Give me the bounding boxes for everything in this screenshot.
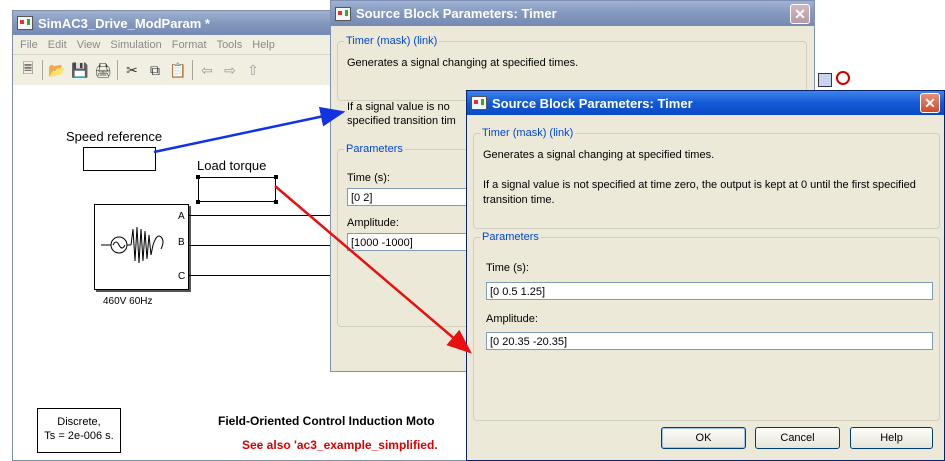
selection-handle[interactable] <box>196 175 200 179</box>
signal-wire <box>188 245 330 246</box>
dialog-back-description-1: Generates a signal changing at specified… <box>347 57 579 69</box>
menu-view[interactable]: View <box>77 39 101 51</box>
model-title: Field-Oriented Control Induction Moto <box>218 414 435 428</box>
group-title: Timer (mask) (link) <box>480 127 576 139</box>
load-torque-block[interactable] <box>196 175 278 204</box>
description-group: Timer (mask) (link) Generates a signal c… <box>473 127 940 229</box>
discrete-line-1: Discrete, <box>57 416 101 428</box>
description-line-1: Generates a signal changing at specified… <box>483 149 715 161</box>
dialog-back-titlebar[interactable]: Source Block Parameters: Timer ✕ <box>331 1 814 26</box>
amplitude-label: Amplitude: <box>486 313 538 325</box>
parameters-group: Parameters Time (s): [0 0.5 1.25] Amplit… <box>473 231 940 421</box>
time-label: Time (s): <box>486 262 529 274</box>
powergui-discrete-block[interactable]: Discrete, Ts = 2e-006 s. <box>37 408 121 453</box>
cancel-button[interactable]: Cancel <box>755 427 840 449</box>
ac-source-icon <box>101 226 164 264</box>
parameters-title: Parameters <box>480 231 541 243</box>
menu-edit[interactable]: Edit <box>48 39 67 51</box>
dialog-back-time-label: Time (s): <box>347 172 390 184</box>
load-torque-label: Load torque <box>197 158 267 173</box>
up-icon[interactable]: ⇧ <box>244 61 262 79</box>
dialog-back-group-title: Timer (mask) (link) <box>344 35 440 47</box>
save-icon[interactable]: 💾 <box>71 61 89 79</box>
close-icon[interactable]: ✕ <box>790 3 810 24</box>
three-phase-source-block[interactable]: A B C <box>94 204 189 290</box>
signal-wire <box>188 215 330 216</box>
menu-format[interactable]: Format <box>172 39 207 51</box>
forward-icon[interactable]: ⇨ <box>221 61 239 79</box>
dialog-back-description-2b: specified transition tim <box>347 115 456 127</box>
dialog-title: Source Block Parameters: Timer <box>492 95 693 111</box>
open-icon[interactable]: 📂 <box>48 61 66 79</box>
description-line-2: If a signal value is not specified at ti… <box>483 179 916 206</box>
dialog-back-description-2a: If a signal value is no <box>347 101 450 113</box>
speed-reference-label: Speed reference <box>66 129 163 144</box>
port-a-label: A <box>178 211 185 222</box>
dialog-back-amplitude-label: Amplitude: <box>347 217 399 229</box>
speed-reference-block[interactable] <box>83 147 156 171</box>
cut-icon[interactable]: ✂ <box>123 61 141 79</box>
port-c-label: C <box>178 271 186 282</box>
menu-file[interactable]: File <box>20 39 38 51</box>
see-also-link[interactable]: See also 'ac3_example_simplified. <box>242 438 438 452</box>
menu-tools[interactable]: Tools <box>217 39 243 51</box>
ok-button[interactable]: OK <box>661 427 746 449</box>
library-browser-icon[interactable] <box>818 73 832 87</box>
source-label: 460V 60Hz <box>103 296 153 307</box>
simulink-icon <box>335 6 351 21</box>
menu-help[interactable]: Help <box>252 39 275 51</box>
copy-icon[interactable]: ⧉ <box>146 61 164 79</box>
selection-handle[interactable] <box>196 200 200 204</box>
simulink-icon <box>471 96 487 110</box>
dialog-back-title: Source Block Parameters: Timer <box>356 6 557 21</box>
simulink-icon <box>17 16 33 30</box>
discrete-line-2: Ts = 2e-006 s. <box>44 430 114 442</box>
selection-handle[interactable] <box>274 200 278 204</box>
back-icon[interactable]: ⇦ <box>198 61 216 79</box>
signal-wire <box>188 275 330 276</box>
amplitude-field[interactable]: [0 20.35 -20.35] <box>486 332 933 350</box>
menu-simulation[interactable]: Simulation <box>110 39 161 51</box>
toolbar-separator <box>117 60 118 80</box>
new-icon[interactable]: 🗏 <box>19 60 37 79</box>
print-icon[interactable]: 🖨 <box>94 61 112 79</box>
selection-handle[interactable] <box>274 175 278 179</box>
model-window-title: SimAC3_Drive_ModParam * <box>38 15 210 31</box>
port-b-label: B <box>178 237 185 248</box>
help-button[interactable]: Help <box>850 427 933 449</box>
dialog-titlebar[interactable]: Source Block Parameters: Timer ✕ <box>467 91 944 115</box>
model-explorer-icon[interactable] <box>836 71 850 85</box>
dialog-back-parameters-title: Parameters <box>344 143 405 155</box>
close-icon[interactable]: ✕ <box>920 93 940 113</box>
toolbar-separator <box>42 60 43 80</box>
timer-dialog: Source Block Parameters: Timer ✕ Timer (… <box>466 90 945 461</box>
paste-icon[interactable]: 📋 <box>169 61 187 79</box>
toolbar-separator <box>192 60 193 80</box>
time-field[interactable]: [0 0.5 1.25] <box>486 282 933 300</box>
